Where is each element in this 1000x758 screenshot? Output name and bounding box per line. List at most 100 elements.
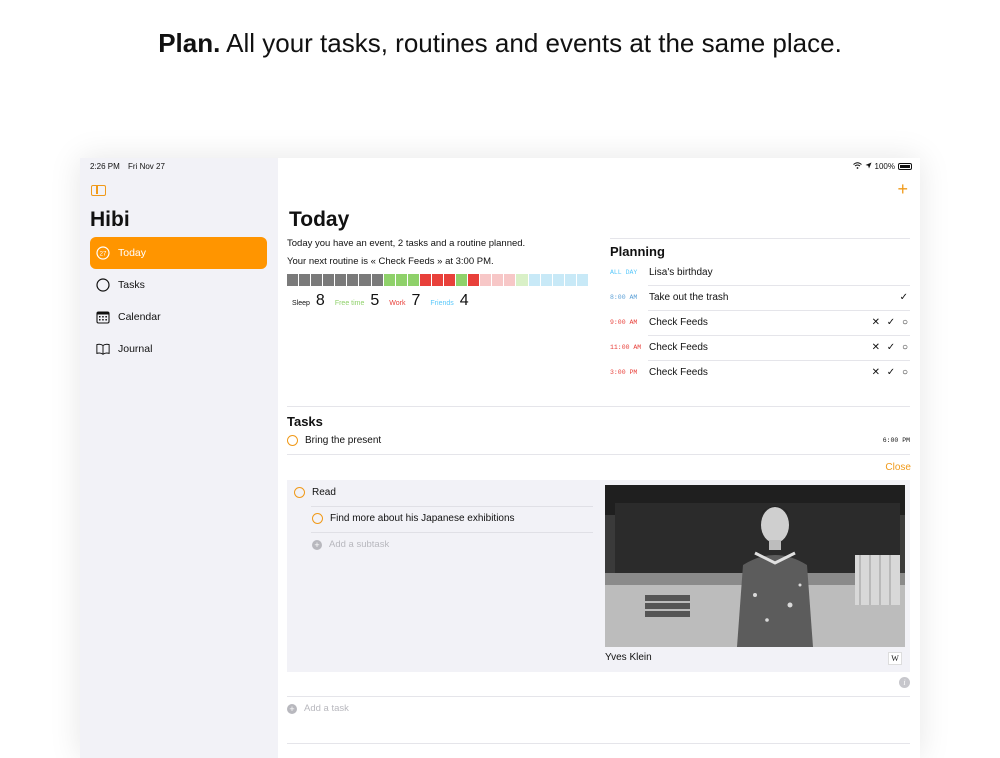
time-stats: Sleep 8 Free time 5 Work 7 Friends 4 — [292, 292, 473, 310]
close-button[interactable]: Close — [885, 462, 911, 473]
calendar-day-icon: 27 — [96, 246, 110, 260]
sidebar-item-label: Today — [118, 247, 147, 259]
planning-row[interactable]: 9:00 AM Check Feeds ✕ ✓ ○ — [610, 310, 910, 335]
stat-label-work: Work — [389, 300, 406, 307]
time-bar-segment — [359, 274, 372, 286]
add-subtask-button[interactable]: + Add a subtask — [312, 539, 592, 550]
headline-text: All your tasks, routines and events at t… — [220, 28, 842, 58]
marketing-headline: Plan. All your tasks, routines and event… — [0, 28, 1000, 59]
planning-row[interactable]: 8:00 AM Take out the trash ✓ — [610, 285, 910, 310]
sidebar-item-today[interactable]: 27 Today — [90, 237, 267, 269]
task-time: 6:00 PM — [882, 437, 910, 444]
calendar-grid-icon — [96, 310, 110, 324]
headline-bold: Plan. — [158, 28, 221, 58]
time-bar-segment — [431, 274, 445, 286]
task-row[interactable]: Bring the present 6:00 PM — [287, 435, 910, 446]
tasks-title: Tasks — [287, 414, 323, 429]
planning-title-text: Lisa's birthday — [649, 267, 713, 278]
time-bar-segment — [419, 274, 432, 286]
sidebar-toggle-icon[interactable] — [91, 185, 106, 196]
time-bar-segment — [540, 274, 553, 286]
task-checkbox-icon[interactable] — [294, 487, 305, 498]
status-bar-left: 2:26 PM Fri Nov 27 — [90, 162, 171, 171]
task-label: Read — [312, 487, 336, 498]
planning-title: Planning — [610, 244, 665, 259]
time-bar-segment — [287, 274, 300, 286]
subtask-checkbox-icon[interactable] — [312, 513, 323, 524]
planning-time: 9:00 AM — [610, 319, 638, 326]
wikipedia-icon[interactable]: W — [888, 652, 902, 665]
section-divider — [287, 696, 910, 697]
battery-icon — [898, 163, 912, 170]
add-task-button[interactable]: + Add a task — [287, 703, 910, 714]
today-badge-text: 27 — [100, 251, 107, 257]
routine-actions[interactable]: ✕ ✓ ○ — [872, 317, 910, 328]
section-divider — [287, 406, 910, 407]
yves-klein-photo — [605, 485, 905, 647]
sidebar-item-label: Calendar — [118, 311, 161, 323]
add-subtask-label: Add a subtask — [329, 539, 390, 550]
add-button[interactable]: + — [897, 180, 908, 198]
battery-percent: 100% — [874, 162, 895, 171]
location-icon — [865, 162, 872, 171]
planning-title-text: Check Feeds — [649, 317, 708, 328]
planning-time: 3:00 PM — [610, 369, 638, 376]
app-title: Hibi — [90, 208, 130, 231]
planning-row[interactable]: ALL DAY Lisa's birthday — [610, 260, 910, 285]
time-bar-segment — [335, 274, 348, 286]
section-divider — [287, 743, 910, 744]
add-task-label: Add a task — [304, 703, 349, 714]
time-bar-segment — [564, 274, 577, 286]
status-bar-right: 100% — [852, 162, 912, 171]
sidebar-item-journal[interactable]: Journal — [90, 333, 267, 365]
time-bar-segment — [311, 274, 324, 286]
stat-value-sleep: 8 — [315, 292, 325, 309]
next-routine-text: Your next routine is « Check Feeds » at … — [287, 256, 494, 267]
planning-top-divider — [610, 238, 910, 239]
time-bar-segment — [383, 274, 396, 286]
time-bar-segment — [323, 274, 336, 286]
planning-row[interactable]: 11:00 AM Check Feeds ✕ ✓ ○ — [610, 335, 910, 360]
routine-actions[interactable]: ✕ ✓ ○ — [872, 342, 910, 353]
task-row-read[interactable]: Read — [294, 487, 594, 498]
plus-circle-icon: + — [287, 703, 297, 714]
planning-time: 11:00 AM — [610, 344, 642, 351]
sidebar: 2:26 PM Fri Nov 27 Hibi 27 Today Tasks C… — [80, 158, 278, 758]
time-bar-segment — [516, 274, 529, 286]
planning-title-text: Check Feeds — [649, 342, 708, 353]
time-bar-segment — [444, 274, 457, 286]
planning-row[interactable]: 3:00 PM Check Feeds ✕ ✓ ○ — [610, 360, 910, 385]
task-detail-card: Read Find more about his Japanese exhibi… — [287, 480, 910, 672]
time-bar-segment — [468, 274, 481, 286]
plus-circle-icon: + — [312, 539, 322, 550]
time-bar-segment — [504, 274, 517, 286]
checkmark-icon[interactable]: ✓ — [900, 292, 910, 303]
subtask-separator — [311, 506, 593, 507]
status-time: 2:26 PM — [90, 162, 120, 171]
page-title: Today — [289, 208, 350, 231]
time-bar-segment — [299, 274, 312, 286]
photo-caption: Yves Klein — [605, 652, 652, 663]
stat-label-sleep: Sleep — [292, 300, 310, 307]
subtask-separator — [311, 532, 593, 533]
sidebar-item-calendar[interactable]: Calendar — [90, 301, 267, 333]
planning-title-text: Check Feeds — [649, 367, 708, 378]
subtask-label: Find more about his Japanese exhibitions — [330, 513, 515, 524]
planning-time: 8:00 AM — [610, 294, 638, 301]
task-checkbox-icon[interactable] — [287, 435, 298, 446]
time-bar-segment — [407, 274, 420, 286]
subtask-row[interactable]: Find more about his Japanese exhibitions — [312, 513, 592, 524]
stat-value-free-time: 5 — [370, 292, 380, 309]
day-summary: Today you have an event, 2 tasks and a r… — [287, 238, 526, 249]
info-icon[interactable]: i — [899, 677, 910, 688]
sidebar-item-label: Journal — [118, 343, 153, 355]
stat-value-friends: 4 — [459, 292, 469, 309]
status-date: Fri Nov 27 — [128, 162, 165, 171]
sidebar-item-tasks[interactable]: Tasks — [90, 269, 267, 301]
planning-title-text: Take out the trash — [649, 292, 729, 303]
time-bar-segment — [528, 274, 541, 286]
main-content: 100% + Today Today you have an event, 2 … — [278, 158, 920, 758]
routine-actions[interactable]: ✕ ✓ ○ — [872, 367, 910, 378]
time-bar-segment — [395, 274, 408, 286]
time-bar-segment — [371, 274, 384, 286]
